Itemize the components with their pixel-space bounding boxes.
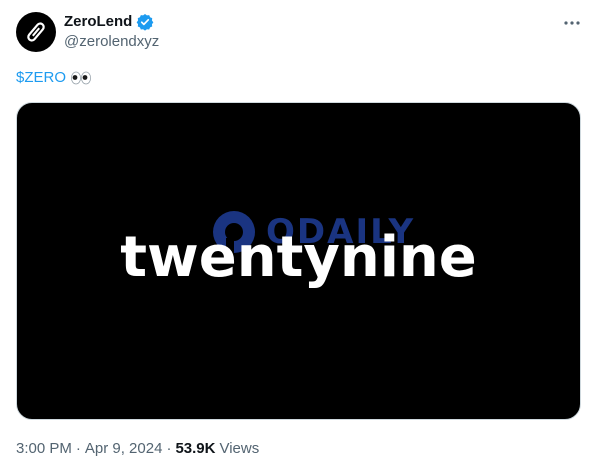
avatar[interactable] [16, 12, 56, 52]
paperclip-logo-icon [27, 22, 45, 42]
eyes-emoji-icon [70, 71, 92, 85]
tweet-text: $ZERO [16, 68, 92, 88]
meta-separator: · [166, 440, 172, 457]
author-name[interactable]: ZeroLend [64, 13, 132, 31]
more-options-button[interactable] [561, 12, 583, 34]
author-handle[interactable]: @zerolendxyz [64, 33, 159, 51]
tweet-media-image[interactable]: ODAILY twentynine [16, 102, 581, 420]
tweet-date[interactable]: Apr 9, 2024 [85, 439, 163, 459]
author-name-row: ZeroLend [64, 13, 154, 31]
tweet-time[interactable]: 3:00 PM [16, 439, 72, 459]
views-label: Views [219, 440, 260, 457]
brand-wordmark: twentynine [120, 225, 477, 290]
more-horizontal-icon [564, 21, 580, 25]
views-count: 53.9K [175, 440, 216, 457]
verified-badge-icon[interactable] [136, 13, 154, 31]
meta-separator: · [75, 440, 81, 457]
tweet-meta: 3:00 PM · Apr 9, 2024 · 53.9K Views [16, 439, 259, 459]
cashtag-link[interactable]: $ZERO [16, 68, 66, 88]
